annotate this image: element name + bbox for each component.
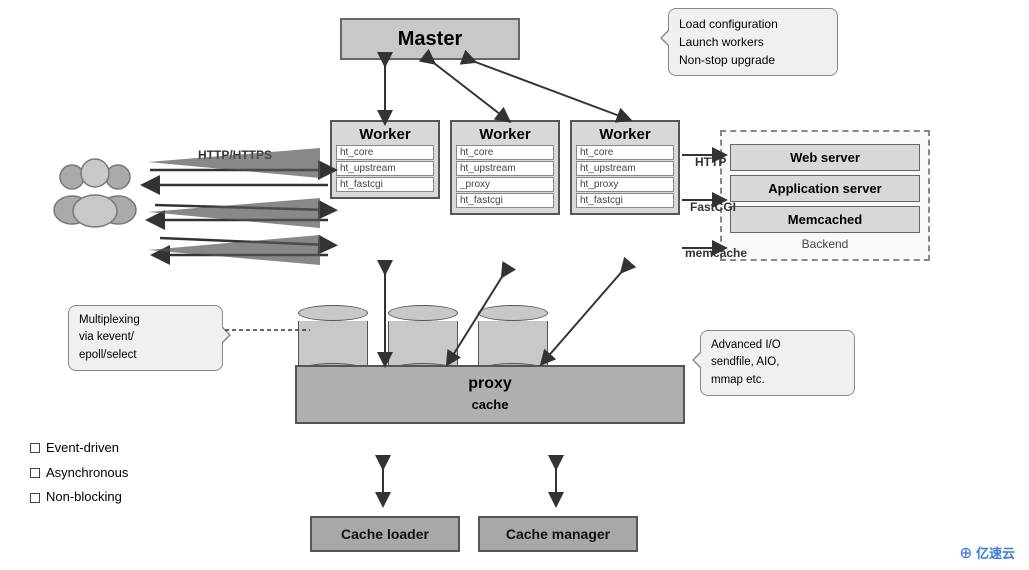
adv-line-1: Advanced I/O xyxy=(711,337,844,354)
worker-3-mod-2: ht_upstream xyxy=(576,161,674,176)
users-area xyxy=(50,155,140,233)
worker-2-mod-3: _proxy xyxy=(456,177,554,192)
worker-2-box: Worker ht_core ht_upstream _proxy ht_fas… xyxy=(450,120,560,215)
worker-3-mod-3: ht_proxy xyxy=(576,177,674,192)
cache-loader-label: Cache loader xyxy=(341,526,429,542)
legend-sq-2 xyxy=(30,468,40,478)
speech-line-1: Load configuration xyxy=(679,15,827,33)
legend-label-3: Non-blocking xyxy=(46,485,122,510)
worker-3: Worker ht_core ht_upstream ht_proxy ht_f… xyxy=(570,120,680,215)
multi-line-3: epoll/select xyxy=(79,347,212,364)
cache-label: cache xyxy=(307,397,673,412)
worker-1-box: Worker ht_core ht_upstream ht_fastcgi xyxy=(330,120,440,199)
backend-panel: Web server Application server Memcached … xyxy=(720,130,930,261)
worker-2: Worker ht_core ht_upstream _proxy ht_fas… xyxy=(450,120,560,215)
arrows-overlay xyxy=(0,0,1029,570)
backend-label: Backend xyxy=(730,237,920,251)
diagram: Master Load configuration Launch workers… xyxy=(0,0,1029,570)
master-label: Master xyxy=(398,28,462,51)
legend-item-1: Event-driven xyxy=(30,436,128,461)
worker-1: Worker ht_core ht_upstream ht_fastcgi xyxy=(330,120,440,199)
legend-label-1: Event-driven xyxy=(46,436,119,461)
worker-2-mod-4: ht_fastcgi xyxy=(456,193,554,208)
watermark-text: 亿速云 xyxy=(976,546,1015,561)
worker-3-mod-4: ht_fastcgi xyxy=(576,193,674,208)
users-icon xyxy=(50,155,140,230)
legend-item-2: Asynchronous xyxy=(30,461,128,486)
cache-manager-box: Cache manager xyxy=(478,516,638,552)
adv-line-3: mmap etc. xyxy=(711,372,844,389)
legend-item-3: Non-blocking xyxy=(30,485,128,510)
worker-1-mod-1: ht_core xyxy=(336,145,434,160)
memcached-item: Memcached xyxy=(730,206,920,233)
http-label: HTTP xyxy=(695,155,726,169)
worker-1-mod-2: ht_upstream xyxy=(336,161,434,176)
proxy-cache-area: proxy cache xyxy=(295,365,685,424)
legend: Event-driven Asynchronous Non-blocking xyxy=(30,436,128,510)
worker-3-box: Worker ht_core ht_upstream ht_proxy ht_f… xyxy=(570,120,680,215)
adv-line-2: sendfile, AIO, xyxy=(711,354,844,371)
master-box: Master xyxy=(340,18,520,60)
speech-line-2: Launch workers xyxy=(679,33,827,51)
app-server-item: Application server xyxy=(730,175,920,202)
worker-1-mod-3: ht_fastcgi xyxy=(336,177,434,192)
worker-2-title: Worker xyxy=(456,126,554,143)
http-https-label: HTTP/HTTPS xyxy=(198,148,272,162)
legend-sq-1 xyxy=(30,443,40,453)
legend-label-2: Asynchronous xyxy=(46,461,128,486)
watermark: ⊕ 亿速云 xyxy=(959,543,1015,562)
worker-3-mod-1: ht_core xyxy=(576,145,674,160)
multiplexing-bubble: Multiplexing via kevent/ epoll/select xyxy=(68,305,223,371)
multi-line-1: Multiplexing xyxy=(79,312,212,329)
speech-bubble: Load configuration Launch workers Non-st… xyxy=(668,8,838,76)
worker-1-title: Worker xyxy=(336,126,434,143)
speech-line-3: Non-stop upgrade xyxy=(679,51,827,69)
proxy-label: proxy xyxy=(307,367,673,397)
worker-2-mod-2: ht_upstream xyxy=(456,161,554,176)
memcache-label: memcache xyxy=(685,246,747,260)
worker-2-mod-1: ht_core xyxy=(456,145,554,160)
legend-sq-3 xyxy=(30,493,40,503)
cache-loader-box: Cache loader xyxy=(310,516,460,552)
fastcgi-label: FastCGI xyxy=(690,200,736,214)
web-server-item: Web server xyxy=(730,144,920,171)
multi-line-2: via kevent/ xyxy=(79,329,212,346)
advanced-io-bubble: Advanced I/O sendfile, AIO, mmap etc. xyxy=(700,330,855,396)
worker-3-title: Worker xyxy=(576,126,674,143)
cache-manager-label: Cache manager xyxy=(506,526,610,542)
